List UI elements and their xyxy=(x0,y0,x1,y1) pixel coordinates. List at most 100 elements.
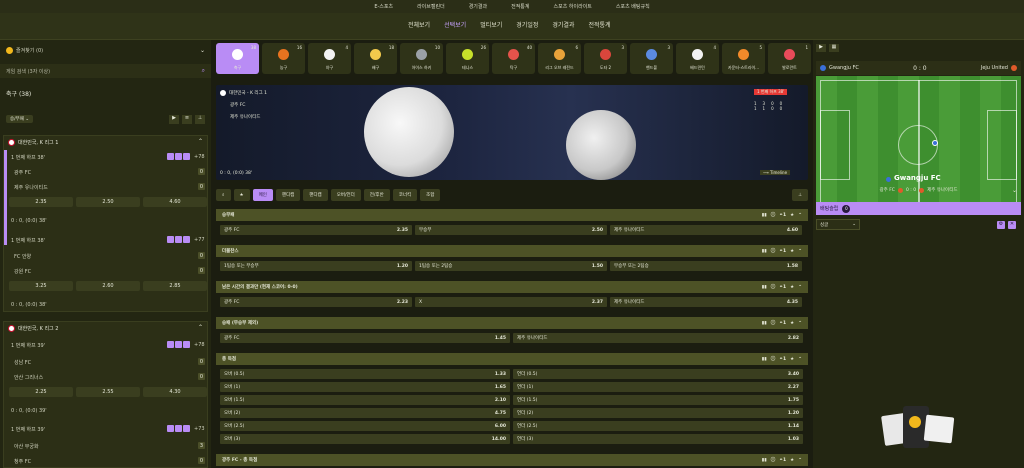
bet-type-select[interactable]: 싱글 ⌄ xyxy=(816,219,860,230)
chevron-up-icon[interactable]: ⌃ xyxy=(798,458,802,463)
link-icon[interactable]: ⚭1 xyxy=(779,213,786,218)
odds-cell[interactable]: 1팀승 또는 무승부 1.20 xyxy=(220,261,412,271)
more-markets[interactable]: +77 xyxy=(194,237,205,243)
info-icon[interactable]: ⓘ xyxy=(771,248,776,254)
top-nav-results[interactable]: 경기결과 xyxy=(469,3,487,10)
sport-tile[interactable]: 38 축구 xyxy=(216,43,259,74)
stats-icon[interactable]: ▦ xyxy=(829,44,839,52)
home-team[interactable]: 아산 무궁화 xyxy=(14,443,39,450)
filter-handicap-2[interactable]: 핸디캡 xyxy=(303,189,328,201)
info-icon[interactable]: ⓘ xyxy=(771,320,776,326)
top-nav-esports[interactable]: E-스포츠 xyxy=(374,3,393,10)
home-team[interactable]: FC 안양 xyxy=(14,253,31,260)
odds-cell[interactable]: 광주 FC 1.45 xyxy=(220,333,510,343)
sport-tile[interactable]: 3 핸드볼 xyxy=(630,43,673,74)
search-icon[interactable]: ⌕ xyxy=(202,67,205,75)
chevron-up-icon[interactable]: ⌃ xyxy=(798,213,802,218)
odds-draw[interactable]: 2.50 xyxy=(76,197,140,207)
odds-cell[interactable]: 언더 (2.5) 1.14 xyxy=(513,421,803,431)
chevron-up-icon[interactable]: ⌃ xyxy=(798,321,802,326)
sport-tile[interactable]: 1 발로란트 xyxy=(768,43,811,74)
stats-icon[interactable]: ▮▮ xyxy=(762,213,767,218)
trash-icon[interactable]: ✕ xyxy=(1008,221,1016,229)
chevron-up-icon[interactable]: ⌃ xyxy=(198,324,203,331)
settings-icon[interactable]: ⚙ xyxy=(997,221,1005,229)
link-icon[interactable]: ⚭1 xyxy=(779,285,786,290)
sport-tile[interactable]: 5 카운터-스트라이... xyxy=(722,43,765,74)
odds-cell[interactable]: 오버 (2) 4.75 xyxy=(220,408,510,418)
odds-cell[interactable]: 제주 유나이티드 2.82 xyxy=(513,333,803,343)
odds-cell[interactable]: 무승부 또는 2팀승 1.58 xyxy=(610,261,802,271)
stats-icon[interactable]: ▮▮ xyxy=(762,285,767,290)
sort-dropdown[interactable]: 승/무패 ⌄ xyxy=(6,115,34,123)
info-icon[interactable]: ⓘ xyxy=(771,356,776,362)
video-icon[interactable]: ▶ xyxy=(169,114,179,124)
tab-schedule[interactable]: 경기일정 xyxy=(516,20,538,29)
game-search[interactable]: 게임 검색 (3자 이상) ⌕ xyxy=(0,64,211,78)
market-header[interactable]: 총 득점 ▮▮ ⓘ ⚭1 ★ ⌃ xyxy=(216,353,808,365)
market-header[interactable]: 남은 시간의 결과만 (현재 스코어: 0-0) ▮▮ ⓘ ⚭1 ★ ⌃ xyxy=(216,281,808,293)
tab-all[interactable]: 전체보기 xyxy=(408,20,430,29)
filter-corners[interactable]: 코너킥 xyxy=(392,189,418,201)
away-team[interactable]: 청주 FC xyxy=(14,458,31,465)
odds-cell[interactable]: 1팀승 또는 2팀승 1.50 xyxy=(415,261,607,271)
stats-icon[interactable]: ▮▮ xyxy=(762,249,767,254)
link-icon[interactable]: ⚭1 xyxy=(779,249,786,254)
home-team[interactable]: 광주 FC xyxy=(14,169,31,176)
star-icon[interactable]: ★ xyxy=(790,458,794,463)
odds-cell[interactable]: 오버 (1) 1.65 xyxy=(220,382,510,392)
market-header[interactable]: 광주 FC - 총 득점 ▮▮ ⓘ ⚭1 ★ ⌃ xyxy=(216,454,808,466)
chevron-up-icon[interactable]: ⌃ xyxy=(798,357,802,362)
odds-cell[interactable]: 오버 (3) 14.00 xyxy=(220,434,510,444)
top-nav-rules[interactable]: 스포츠 배팅규칙 xyxy=(616,3,650,10)
top-nav-live-calendar[interactable]: 라이브캘린더 xyxy=(417,3,445,10)
link-icon[interactable]: ⚭1 xyxy=(779,357,786,362)
market-header[interactable]: 더블찬스 ▮▮ ⓘ ⚭1 ★ ⌃ xyxy=(216,245,808,257)
sport-tile[interactable]: 4 배드민턴 xyxy=(676,43,719,74)
league-header[interactable]: 대한민국, K 리그 2 xyxy=(8,325,58,332)
odds-home[interactable]: 2.35 xyxy=(9,197,73,207)
pin-icon[interactable]: ⊥ xyxy=(195,114,205,124)
filter-search[interactable]: ⌕ xyxy=(216,189,231,201)
odds-cell[interactable]: 언더 (0.5) 3.40 xyxy=(513,369,803,379)
filter-favorite[interactable]: ★ xyxy=(233,189,250,201)
stats-icon[interactable]: ▮▮ xyxy=(762,321,767,326)
filter-halves[interactable]: 전/후반 xyxy=(363,189,390,201)
home-team[interactable]: 성남 FC xyxy=(14,359,31,366)
sport-tile[interactable]: 3 도타 2 xyxy=(584,43,627,74)
tab-selected[interactable]: 선택보기 xyxy=(444,20,466,29)
odds-cell[interactable]: 언더 (2) 1.20 xyxy=(513,408,803,418)
market-header[interactable]: 승무패 ▮▮ ⓘ ⚭1 ★ ⌃ xyxy=(216,209,808,221)
odds-cell[interactable]: 제주 유나이티드 4.60 xyxy=(610,225,802,235)
away-team[interactable]: 제주 유나이티드 xyxy=(14,184,48,191)
more-markets[interactable]: +78 xyxy=(194,342,205,348)
odds-away[interactable]: 4.30 xyxy=(143,387,207,397)
sport-tile[interactable]: 40 탁구 xyxy=(492,43,535,74)
sport-tile[interactable]: 6 리그 오브 레전드 xyxy=(538,43,581,74)
star-icon[interactable]: ★ xyxy=(790,321,794,326)
chevron-down-icon[interactable]: ⌄ xyxy=(1012,187,1017,194)
odds-cell[interactable]: 오버 (1.5) 2.10 xyxy=(220,395,510,405)
sport-tile[interactable]: 16 농구 xyxy=(262,43,305,74)
favorites-row[interactable]: 즐겨찾기 (0) ⌄ xyxy=(0,44,211,56)
filter-handicap[interactable]: 핸디캡 xyxy=(275,189,301,201)
sport-tile[interactable]: 26 테니스 xyxy=(446,43,489,74)
info-icon[interactable]: ⓘ xyxy=(771,457,776,463)
odds-cell[interactable]: 광주 FC 2.35 xyxy=(220,225,412,235)
chevron-up-icon[interactable]: ⌃ xyxy=(198,138,203,145)
odds-cell[interactable]: 언더 (1) 2.27 xyxy=(513,382,803,392)
filter-combo[interactable]: 조합 xyxy=(420,189,441,201)
filter-main[interactable]: 메인 xyxy=(252,189,273,201)
tab-stats[interactable]: 전적통계 xyxy=(588,20,610,29)
info-icon[interactable]: ⓘ xyxy=(771,212,776,218)
odds-cell[interactable]: X 2.37 xyxy=(415,297,607,307)
link-icon[interactable]: ⚭1 xyxy=(779,321,786,326)
link-icon[interactable]: ⚭1 xyxy=(779,458,786,463)
timeline-button[interactable]: ⟿ Timeline xyxy=(760,170,791,175)
odds-cell[interactable]: 광주 FC 2.23 xyxy=(220,297,412,307)
pin-icon[interactable]: ⊥ xyxy=(792,189,808,201)
star-icon[interactable]: ★ xyxy=(790,213,794,218)
odds-draw[interactable]: 2.55 xyxy=(76,387,140,397)
sport-tile[interactable]: 18 배구 xyxy=(354,43,397,74)
video-icon[interactable]: ▶ xyxy=(816,44,826,52)
